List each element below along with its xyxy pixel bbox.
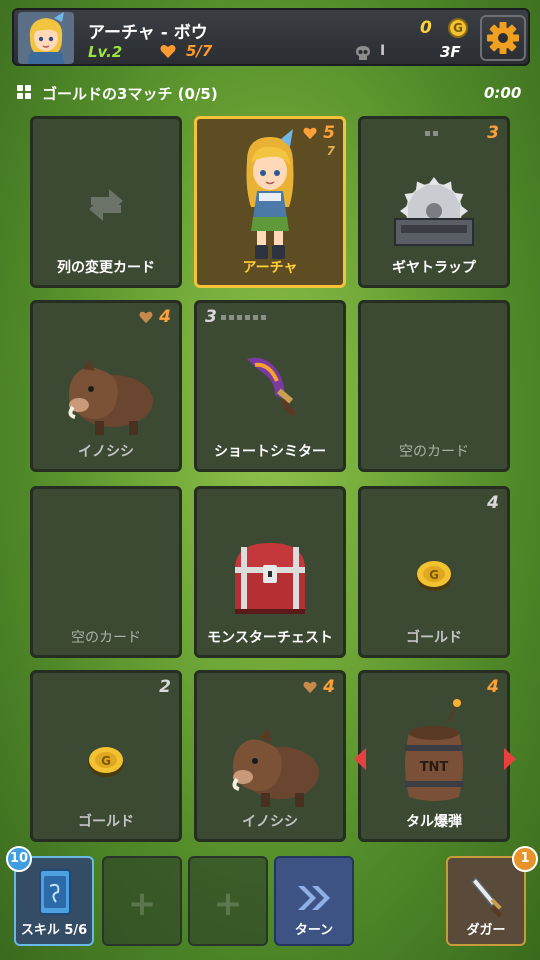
heart-icon [139, 311, 153, 324]
svg-text:G: G [101, 754, 111, 768]
card-hp: 4 [159, 307, 171, 327]
player-name: アーチャ - ボウ [88, 23, 208, 43]
card-gold[interactable]: G 2 ゴールド [30, 670, 182, 842]
card-hp: 4 [323, 677, 335, 697]
card-label: 空のカード [399, 444, 469, 460]
svg-text:TNT: TNT [420, 760, 449, 775]
plus-icon: + [127, 884, 157, 924]
empty-slot-2[interactable]: + [188, 856, 268, 946]
dagger-weapon-button[interactable]: ダガー [446, 856, 526, 946]
card-empty[interactable]: 空のカード [30, 486, 182, 658]
card-count: 4 [487, 493, 499, 513]
card-boar[interactable]: 4 イノシシ [194, 670, 346, 842]
card-empty[interactable]: 空のカード [358, 300, 510, 472]
svg-text:G: G [429, 568, 439, 582]
card-boar[interactable]: 4 イノシシ [30, 300, 182, 472]
end-turn-button[interactable]: ターン [274, 856, 354, 946]
gear-icon [487, 22, 519, 54]
card-label: 列の変更カード [57, 260, 155, 276]
plus-icon: + [213, 884, 243, 924]
dagger-icon [470, 876, 503, 918]
dagger-label: ダガー [466, 923, 506, 938]
skill-label: スキル 5/6 [20, 923, 88, 938]
card-count: 2 [159, 677, 171, 697]
player-status-bar: アーチャ - ボウ Lv.2 5/7 0 G I 3F [12, 8, 530, 66]
gold-coin-icon: G [448, 18, 468, 38]
card-count: 4 [487, 677, 499, 697]
card-gear-trap[interactable]: 3 ギヤトラップ [358, 116, 510, 288]
card-label: ギヤトラップ [392, 260, 476, 276]
card-hp: 5 [323, 123, 335, 143]
heart-icon [303, 127, 317, 140]
quest-grid-icon [17, 85, 31, 99]
skill-points-badge: 10 [6, 846, 32, 872]
heart-icon [160, 45, 176, 58]
card-label: イノシシ [242, 814, 298, 830]
card-label: ゴールド [78, 814, 134, 830]
card-label: イノシシ [78, 444, 134, 460]
quest-timer: 0:00 [484, 84, 522, 102]
move-right-arrow[interactable] [504, 748, 516, 770]
player-avatar[interactable] [18, 12, 74, 64]
player-hp: 5/7 [186, 42, 213, 60]
move-left-arrow[interactable] [354, 748, 366, 770]
card-label: ショートシミター [214, 444, 326, 460]
card-change-row[interactable]: 列の変更カード [30, 116, 182, 288]
card-count: 3 [487, 123, 499, 143]
skill-book-icon [39, 869, 71, 915]
kill-count: I [380, 43, 386, 59]
card-label: タル爆弾 [406, 814, 462, 830]
empty-slot-1[interactable]: + [102, 856, 182, 946]
card-short-scimitar[interactable]: 3 ショートシミター [194, 300, 346, 472]
gold-count: 0 [420, 18, 432, 38]
card-label: ゴールド [406, 630, 462, 646]
quest-objective: ゴールドの3マッチ (0/5) [42, 85, 218, 103]
turn-label: ターン [294, 923, 334, 938]
card-gold[interactable]: G 4 ゴールド [358, 486, 510, 658]
heart-icon [303, 681, 317, 694]
card-label: アーチャ [242, 260, 298, 276]
skull-icon [356, 46, 370, 60]
card-label: 空のカード [71, 630, 141, 646]
settings-button[interactable] [480, 15, 526, 61]
dagger-uses-badge: 1 [512, 846, 538, 872]
card-monster-chest[interactable]: モンスターチェスト [194, 486, 346, 658]
floor-indicator: 3F [440, 43, 461, 61]
card-armor: 7 [326, 144, 335, 158]
card-hero-archer[interactable]: 5 7 アーチャ [194, 116, 346, 288]
card-barrel-bomb[interactable]: TNT 4 タル爆弾 [358, 670, 510, 842]
player-level: Lv.2 [88, 43, 123, 61]
card-label: モンスターチェスト [207, 630, 333, 646]
